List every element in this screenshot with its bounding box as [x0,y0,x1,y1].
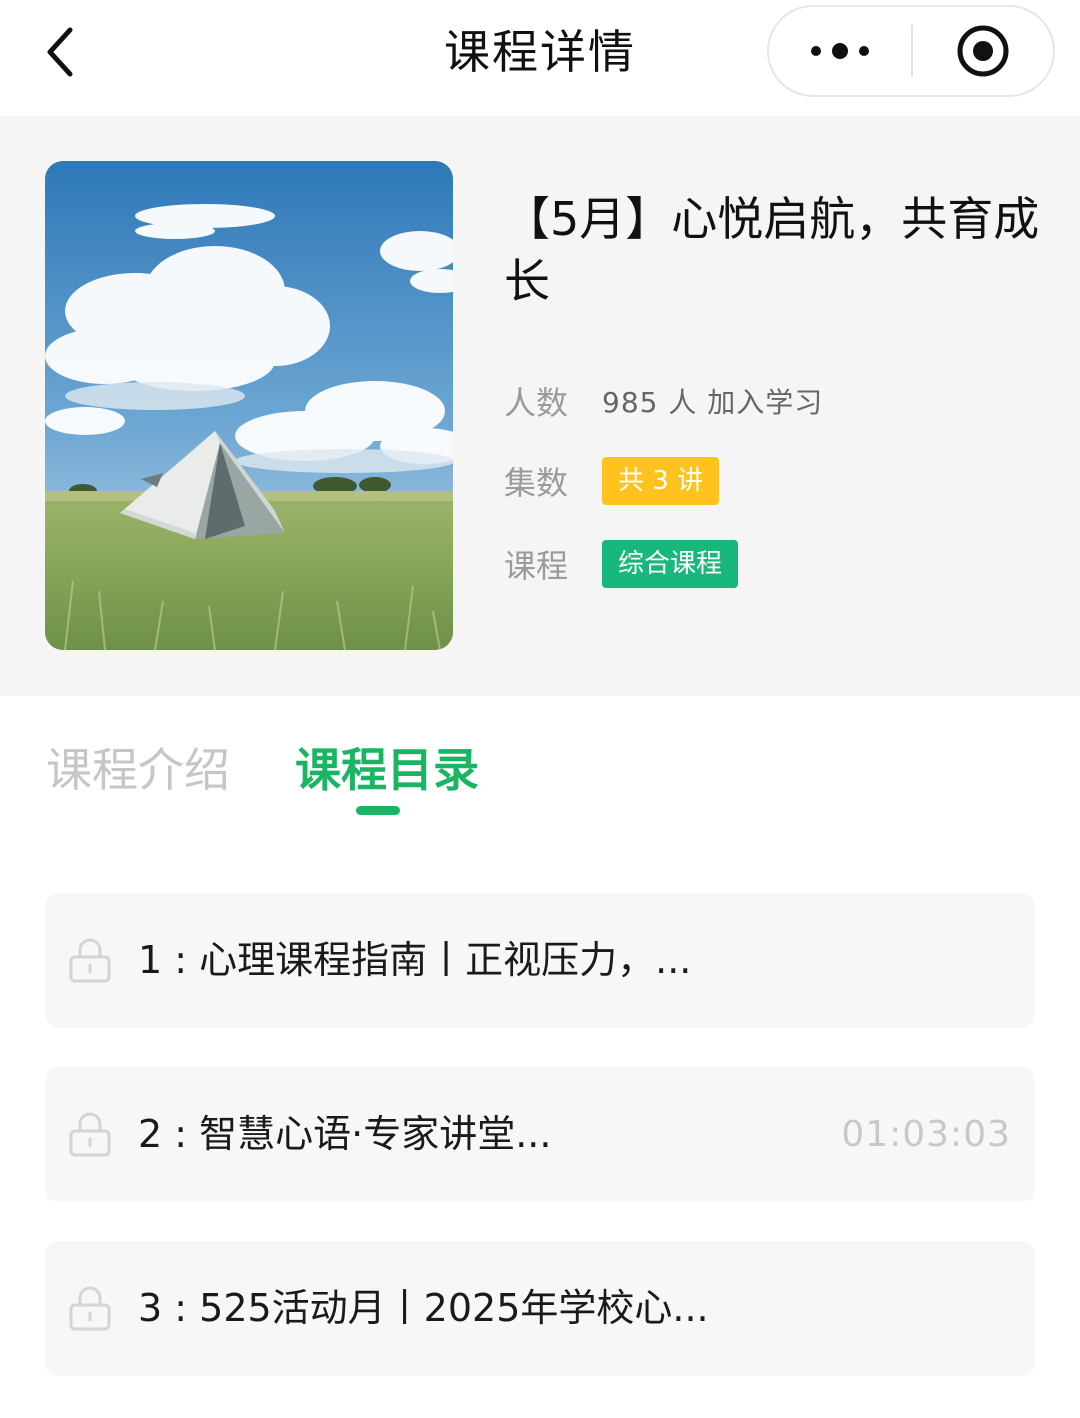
more-dots-icon [811,43,869,59]
episodes-label: 集数 [504,464,569,502]
back-button[interactable] [30,22,90,82]
people-value: 985 人 加入学习 [602,386,824,419]
lock-icon [69,938,111,983]
people-row: 人数 985 人 加入学习 [504,378,823,424]
course-type-label: 课程 [504,547,569,585]
tab-course-catalog[interactable]: 课程目录 [295,742,479,798]
course-type-row: 课程 综合课程 [504,540,739,588]
people-label: 人数 [504,384,569,422]
lesson-item[interactable]: 3 : 525活动月丨2025年学校心... [45,1241,1035,1376]
lock-icon [69,1112,111,1157]
tent-meadow-illustration [45,161,453,650]
course-cover-image [45,161,453,650]
lesson-item[interactable]: 2 : 智慧心语·专家讲堂... 01:03:03 [45,1067,1035,1202]
course-header-panel: 【5月】心悦启航，共育成长 人数 985 人 加入学习 集数 共 3 讲 课程 … [0,116,1080,696]
chevron-left-icon [47,27,73,77]
target-circle-icon [957,25,1009,77]
lesson-title: 2 : 智慧心语·专家讲堂... [138,1112,552,1156]
lesson-duration: 01:03:03 [841,1114,1011,1155]
close-mini-program-button[interactable] [913,7,1053,95]
lesson-item[interactable]: 1 : 心理课程指南丨正视压力，... [45,893,1035,1028]
course-title: 【5月】心悦启航，共育成长 [504,192,1040,308]
tab-course-intro[interactable]: 课程介绍 [46,742,230,798]
active-tab-indicator [356,806,400,815]
lesson-title: 3 : 525活动月丨2025年学校心... [138,1286,709,1330]
lock-icon [69,1286,111,1331]
more-button[interactable] [769,7,911,95]
top-nav-bar: 课程详情 [0,0,1080,116]
mini-program-capsule [767,5,1055,97]
course-type-badge: 综合课程 [602,540,739,588]
episodes-row: 集数 共 3 讲 [504,457,720,505]
lesson-title: 1 : 心理课程指南丨正视压力，... [138,938,692,982]
episodes-count-badge: 共 3 讲 [602,457,720,505]
